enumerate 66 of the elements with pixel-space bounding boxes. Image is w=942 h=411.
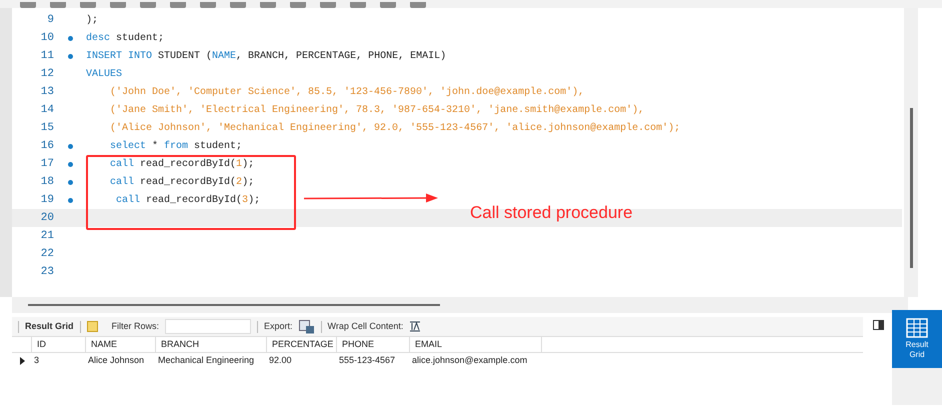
- code-line: call read_recordById(2);: [109, 176, 254, 190]
- export-grid-icon[interactable]: [298, 320, 315, 334]
- horizontal-scrollbar[interactable]: [12, 297, 908, 313]
- column-header[interactable]: EMAIL: [410, 337, 542, 352]
- table-cell-text: 92.00: [268, 354, 293, 368]
- code-line: ('Jane Smith', 'Electrical Engineering', 78.3, '987-654-3210', 'jane.smith@example.com'),: [109, 104, 644, 118]
- export-label: Export:: [264, 320, 293, 333]
- line-number: 18: [40, 174, 54, 190]
- panel-toggle-icon[interactable]: [873, 320, 884, 330]
- toolbar-icon[interactable]: [110, 2, 126, 8]
- table-cell-text: alice.johnson@example.com: [411, 354, 528, 368]
- line-number: 17: [40, 156, 54, 172]
- column-header[interactable]: BRANCH: [156, 337, 267, 352]
- line-number: 21: [40, 228, 54, 244]
- toolbar-icon[interactable]: [380, 2, 396, 8]
- column-header[interactable]: NAME: [86, 337, 156, 352]
- code-line: ('Alice Johnson', 'Mechanical Engineering', 92.0, '555-123-4567', 'alice.johnson@example.com');: [109, 122, 680, 136]
- toolbar-icon[interactable]: [170, 2, 186, 8]
- annotation-text: Call stored procedure: [470, 202, 633, 224]
- code-line: );: [86, 14, 98, 28]
- code-line: call read_recordById(3);: [115, 194, 260, 208]
- line-number: 23: [40, 264, 54, 280]
- result-grid-button[interactable]: Result Grid: [25, 320, 74, 334]
- toolbar-icon[interactable]: [20, 2, 36, 8]
- toolbar-icon[interactable]: [410, 2, 426, 8]
- toolbar-icon[interactable]: [200, 2, 216, 8]
- line-number: 9: [46, 12, 54, 28]
- line-number: 15: [40, 120, 54, 136]
- column-header[interactable]: PHONE: [337, 337, 410, 352]
- line-number: 16: [40, 138, 54, 154]
- line-number: 19: [40, 192, 54, 208]
- toolbar-icon[interactable]: [230, 2, 246, 8]
- text-wrap-icon[interactable]: [409, 321, 422, 332]
- line-number: 10: [40, 30, 54, 46]
- code-line: select * from student;: [109, 140, 242, 154]
- toolbar-icon[interactable]: [260, 2, 276, 8]
- toolbar-icon[interactable]: [350, 2, 366, 8]
- filter-input[interactable]: [165, 319, 252, 334]
- line-number: 20: [40, 210, 54, 226]
- filter-label: Filter Rows:: [112, 320, 160, 333]
- wrap-label: Wrap Cell Content:: [328, 320, 404, 333]
- code-line: ('John Doe', 'Computer Science', 85.5, '123-456-7890', 'john.doe@example.com'),: [109, 86, 584, 100]
- table-cell-text: Mechanical Engineering: [157, 354, 256, 368]
- code-line: call read_recordById(1);: [109, 158, 254, 172]
- line-number: 22: [40, 246, 54, 262]
- code-line: INSERT INTO STUDENT (NAME, BRANCH, PERCENTAGE, PHONE, EMAIL): [86, 50, 446, 64]
- code-line: desc student;: [86, 32, 164, 46]
- table-cell-text: Alice Johnson: [87, 354, 146, 368]
- line-number: 12: [40, 66, 54, 82]
- grid-columns-icon[interactable]: [86, 321, 98, 332]
- line-number: 11: [40, 48, 54, 64]
- vertical-scrollbar[interactable]: [904, 8, 918, 297]
- table-cell-text: 555-123-4567: [338, 354, 396, 368]
- toolbar-icon[interactable]: [140, 2, 156, 8]
- column-header[interactable]: PERCENTAGE: [267, 337, 337, 352]
- result-grid-tab[interactable]: Result Grid: [892, 310, 942, 368]
- code-line: VALUES: [86, 68, 122, 82]
- column-header[interactable]: ID: [32, 337, 86, 352]
- toolbar-icon[interactable]: [320, 2, 336, 8]
- line-number: 13: [40, 84, 54, 100]
- line-number: 14: [40, 102, 54, 118]
- toolbar-icon[interactable]: [50, 2, 66, 8]
- grid-icon: [906, 318, 928, 338]
- toolbar-icon[interactable]: [290, 2, 306, 8]
- toolbar-icon[interactable]: [80, 2, 96, 8]
- table-cell-text: 3: [33, 354, 40, 368]
